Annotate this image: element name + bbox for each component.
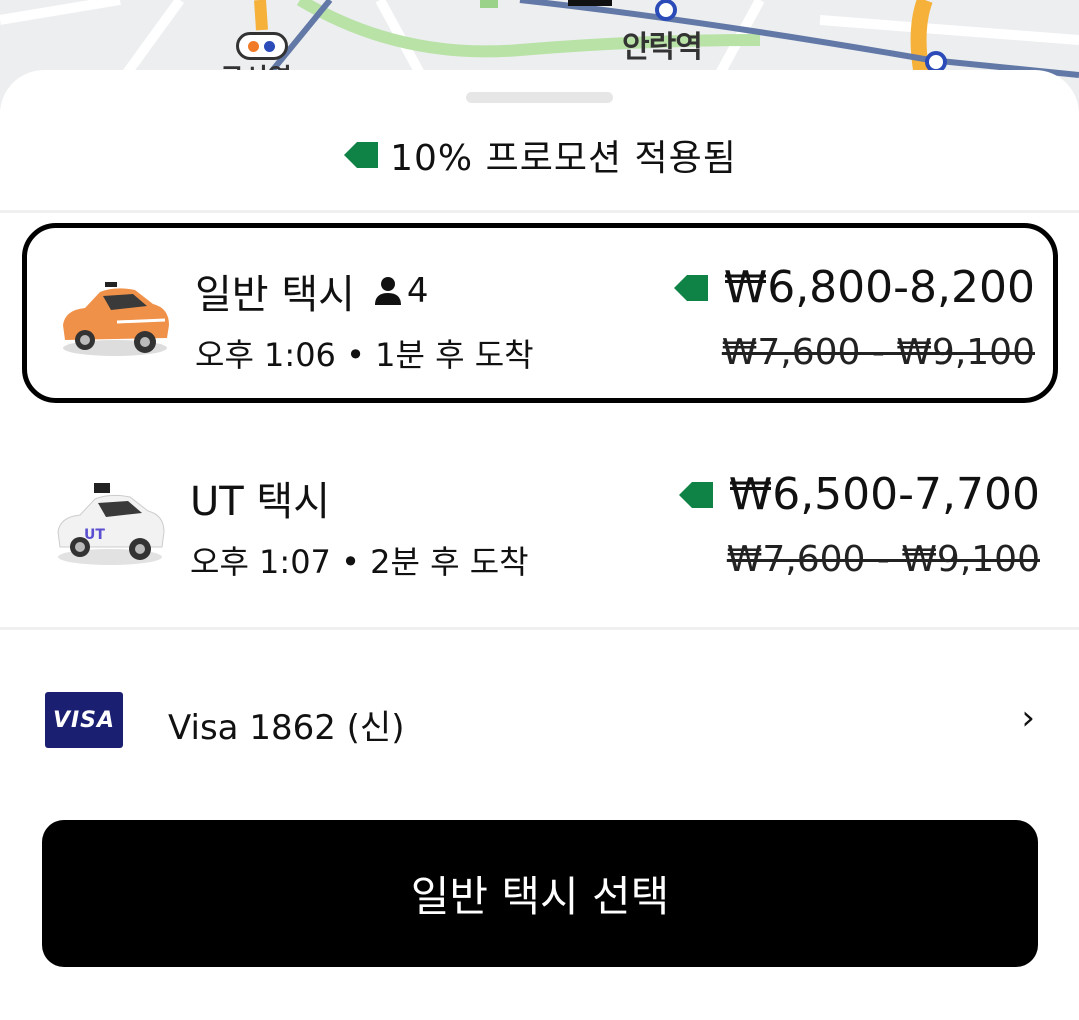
ride-price-row: ₩6,800-8,200 xyxy=(672,262,1035,313)
ride-option-ut-taxi[interactable]: UT UT 택시 오후 1:07 • 2분 후 도착 ₩6,500-7,700 … xyxy=(22,435,1058,615)
price-tag-icon xyxy=(677,480,715,510)
price-tag-icon xyxy=(342,140,380,170)
ride-original-price: ₩7,600 - ₩9,100 xyxy=(726,539,1040,580)
payment-label: Visa 1862 (신) xyxy=(168,708,405,748)
ride-name: 일반 택시 xyxy=(195,272,355,318)
select-ride-button[interactable]: 일반 택시 선택 xyxy=(42,820,1038,967)
ride-price-row: ₩6,500-7,700 xyxy=(677,469,1040,520)
promo-banner: 10% 프로모션 적용됨 xyxy=(0,120,1079,190)
payment-method-row[interactable]: VISA Visa 1862 (신) › xyxy=(0,680,1079,760)
divider xyxy=(0,627,1079,630)
map-station-label: 안락역 xyxy=(622,30,703,65)
ride-eta: 오후 1:06 • 1분 후 도착 xyxy=(195,336,534,374)
transit-marker-icon xyxy=(236,32,288,60)
divider xyxy=(0,210,1079,213)
capacity: 4 xyxy=(373,271,429,311)
drag-handle[interactable] xyxy=(466,92,613,103)
visa-card-icon: VISA xyxy=(45,692,123,748)
ride-price: ₩6,800-8,200 xyxy=(723,262,1035,313)
ride-price: ₩6,500-7,700 xyxy=(728,469,1040,520)
taxi-car-icon xyxy=(55,270,175,360)
ut-taxi-car-icon: UT xyxy=(50,477,170,567)
capacity-count: 4 xyxy=(406,271,429,311)
person-icon xyxy=(374,277,401,305)
ride-name: UT 택시 xyxy=(190,479,331,525)
ride-original-price: ₩7,600 - ₩9,100 xyxy=(721,332,1035,373)
ride-eta: 오후 1:07 • 2분 후 도착 xyxy=(190,543,529,581)
ride-name-row: 일반 택시 4 xyxy=(195,262,429,320)
card-brand: VISA xyxy=(52,707,116,733)
ride-option-standard-taxi[interactable]: 일반 택시 4 오후 1:06 • 1분 후 도착 ₩6,800-8,200 ₩… xyxy=(22,223,1058,403)
price-tag-icon xyxy=(672,273,710,303)
ride-options-sheet: 10% 프로모션 적용됨 일반 택시 4 오후 1:06 • 1분 후 도착 ₩… xyxy=(0,70,1079,1020)
ride-name-row: UT 택시 xyxy=(190,469,330,527)
chevron-right-icon: › xyxy=(1021,698,1035,738)
promo-text: 10% 프로모션 적용됨 xyxy=(390,138,737,179)
